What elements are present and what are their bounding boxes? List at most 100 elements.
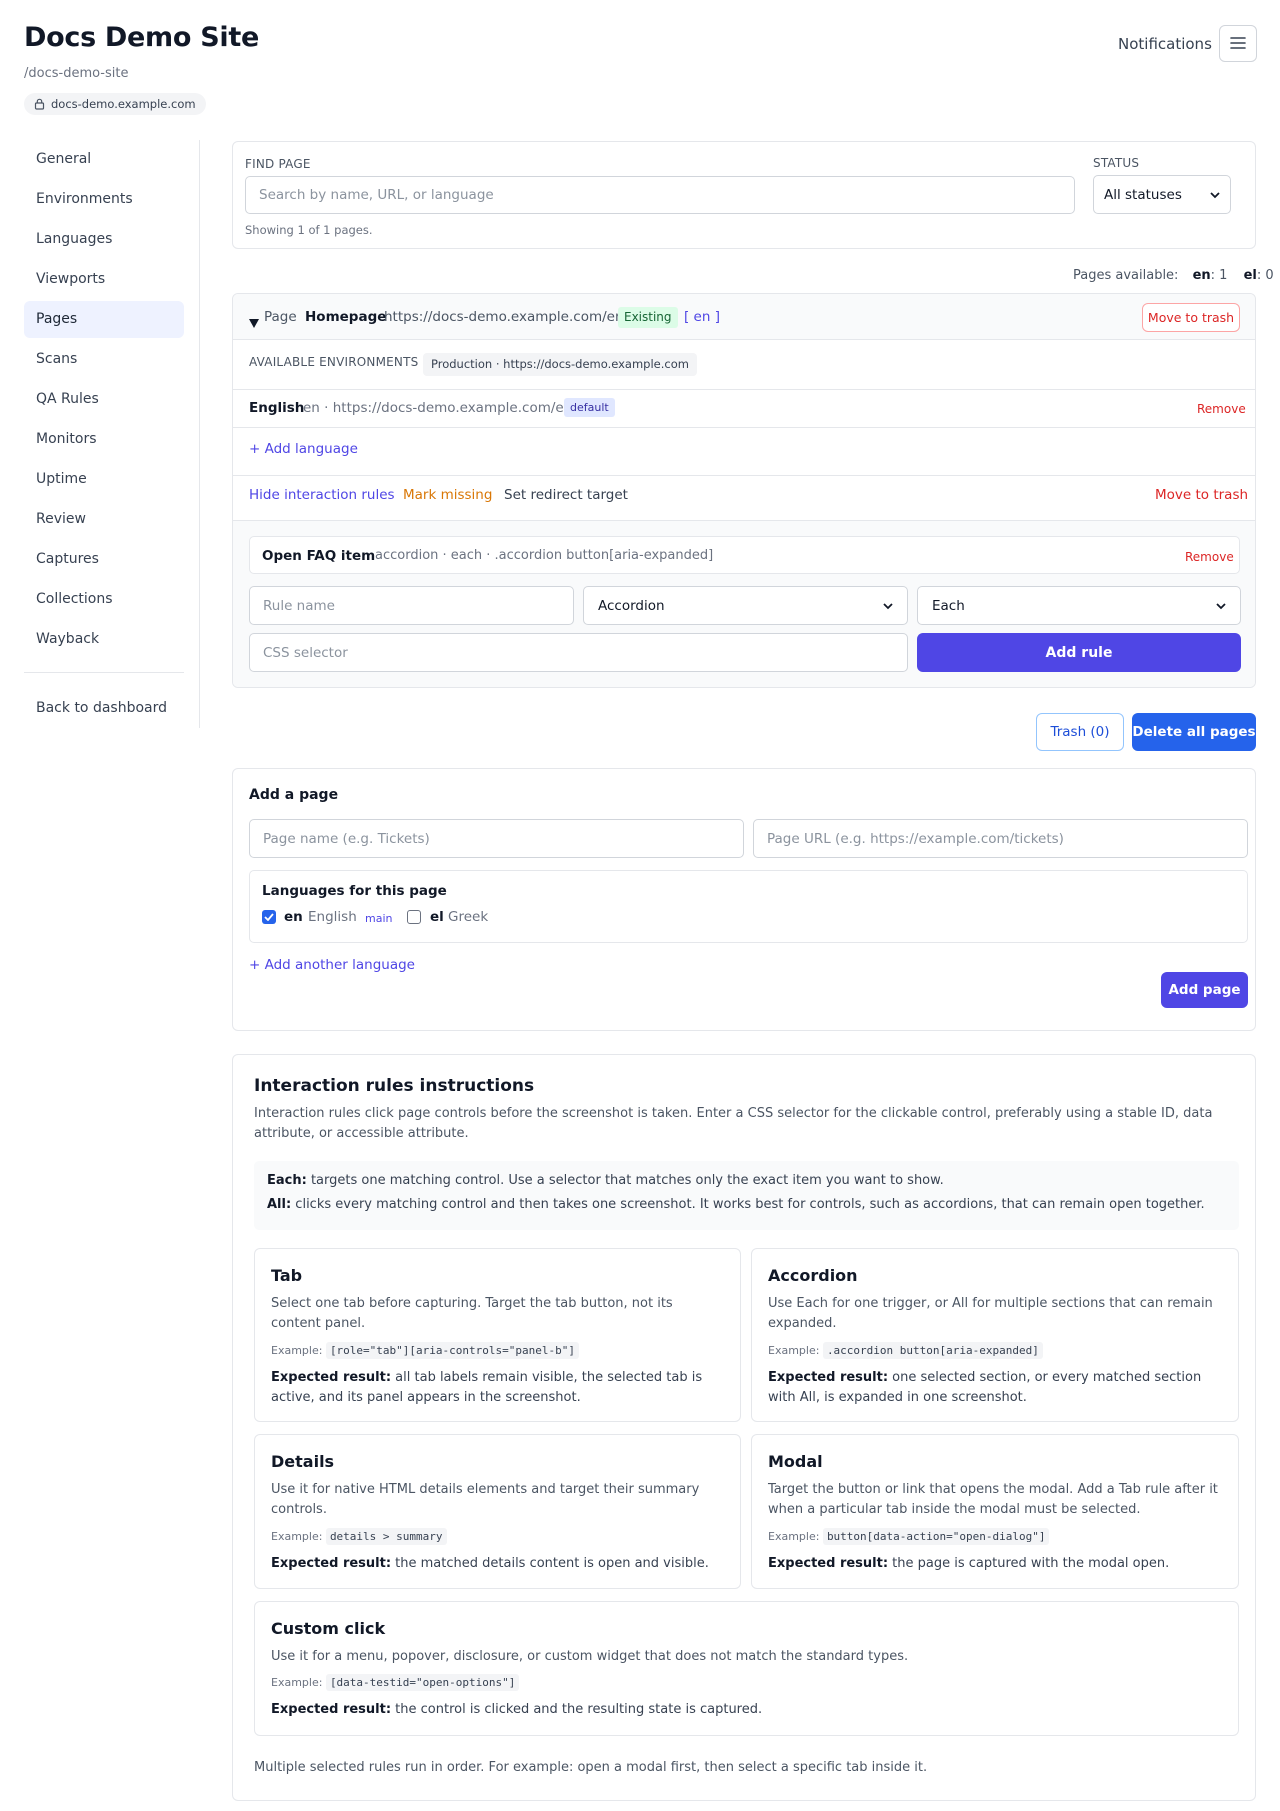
sidebar-item-general[interactable]: General xyxy=(24,141,184,178)
sidebar-item-languages[interactable]: Languages xyxy=(24,221,184,258)
example-code: [data-testid="open-options"] xyxy=(325,1674,520,1691)
rule-card-example: Example: [data-testid="open-options"] xyxy=(271,1674,520,1691)
hamburger-menu-icon xyxy=(1230,34,1246,53)
sidebar-divider xyxy=(24,672,184,673)
rule-mode-select[interactable]: Each xyxy=(917,586,1241,625)
rule-card-desc: Use it for native HTML details elements … xyxy=(271,1482,700,1517)
expected-text: the matched details content is open and … xyxy=(391,1556,709,1571)
mark-missing-link[interactable]: Mark missing xyxy=(403,487,492,503)
status-select[interactable]: All statuses xyxy=(1093,175,1231,214)
pages-available: Pages available: en: 1 el: 0 xyxy=(1073,268,1274,283)
pages-available-label: Pages available: xyxy=(1073,268,1179,283)
language-code-en: en xyxy=(284,909,303,925)
available-environments-label: AVAILABLE ENVIRONMENTS xyxy=(249,355,419,369)
rule-card-details: Details Use it for native HTML details e… xyxy=(254,1434,741,1589)
example-code: details > summary xyxy=(325,1528,447,1545)
hide-interaction-rules-link[interactable]: Hide interaction rules xyxy=(249,487,395,503)
move-to-trash-link[interactable]: Move to trash xyxy=(1155,487,1248,503)
trash-button[interactable]: Trash (0) xyxy=(1036,713,1124,751)
page-url[interactable]: https://docs-demo.example.com/en xyxy=(384,309,624,325)
instructions-title: Interaction rules instructions xyxy=(254,1076,535,1096)
checkbox-el[interactable] xyxy=(407,910,421,924)
sidebar-item-monitors[interactable]: Monitors xyxy=(24,421,184,458)
add-rule-button[interactable]: Add rule xyxy=(917,633,1241,672)
menu-button[interactable] xyxy=(1219,25,1257,62)
rule-card-expected: Expected result: one selected section, o… xyxy=(768,1368,1223,1408)
rule-card-modal: Modal Target the button or link that ope… xyxy=(751,1434,1239,1589)
rule-card-desc: Target the button or link that opens the… xyxy=(768,1482,1218,1517)
site-title: Docs Demo Site xyxy=(24,22,259,53)
rule-card-title: Tab xyxy=(271,1266,303,1285)
all-text: clicks every matching control and then t… xyxy=(291,1197,1205,1212)
rule-card-example: Example: details > summary xyxy=(271,1528,447,1545)
sidebar-item-pages[interactable]: Pages xyxy=(24,301,184,338)
default-badge: default xyxy=(564,398,615,417)
example-label: Example: xyxy=(271,1344,323,1357)
language-name-el: Greek xyxy=(448,909,489,925)
all-label: All: xyxy=(267,1197,292,1212)
add-another-language-link[interactable]: + Add another language xyxy=(249,957,415,973)
instructions-footer: Multiple selected rules run in order. Fo… xyxy=(254,1760,928,1775)
sidebar-item-viewports[interactable]: Viewports xyxy=(24,261,184,298)
back-to-dashboard-link[interactable]: Back to dashboard xyxy=(24,690,184,727)
site-slug: /docs-demo-site xyxy=(24,66,129,81)
sidebar-item-review[interactable]: Review xyxy=(24,501,184,538)
sidebar-item-environments[interactable]: Environments xyxy=(24,181,184,218)
sidebar-item-scans[interactable]: Scans xyxy=(24,341,184,378)
expected-label: Expected result: xyxy=(271,1556,392,1571)
sidebar-item-captures[interactable]: Captures xyxy=(24,541,184,578)
language-name-en: English xyxy=(308,909,357,925)
search-input[interactable] xyxy=(245,176,1075,214)
rule-card-desc: Use Each for one trigger, or All for mul… xyxy=(768,1296,1213,1331)
move-to-trash-button[interactable]: Move to trash xyxy=(1142,303,1240,332)
rule-card-custom-click: Custom click Use it for a menu, popover,… xyxy=(254,1601,1239,1736)
expected-text: the page is captured with the modal open… xyxy=(888,1556,1170,1571)
rule-type-select[interactable]: Accordion xyxy=(583,586,908,625)
showing-count: Showing 1 of 1 pages. xyxy=(245,223,373,237)
main-badge: main xyxy=(365,912,393,925)
rule-card-title: Modal xyxy=(768,1452,823,1471)
rule-name-input[interactable] xyxy=(249,586,574,625)
delete-all-pages-button[interactable]: Delete all pages xyxy=(1132,713,1256,751)
page-url-input[interactable] xyxy=(753,819,1248,858)
rule-card-expected: Expected result: the page is captured wi… xyxy=(768,1554,1223,1574)
rule-mode-value: Each xyxy=(932,597,965,614)
add-language-link[interactable]: + Add language xyxy=(249,441,358,457)
filter-card: FIND PAGE STATUS All statuses Showing 1 … xyxy=(232,141,1256,249)
sidebar-item-qa-rules[interactable]: QA Rules xyxy=(24,381,184,418)
chevron-down-icon xyxy=(1216,598,1226,614)
sidebar-item-uptime[interactable]: Uptime xyxy=(24,461,184,498)
mode-explainer xyxy=(254,1161,1239,1230)
divider xyxy=(233,475,1255,476)
example-code: [role="tab"][aria-controls="panel-b"] xyxy=(325,1342,579,1359)
page-name-input[interactable] xyxy=(249,819,744,858)
rule-card-title: Details xyxy=(271,1452,335,1471)
add-page-button[interactable]: Add page xyxy=(1161,972,1248,1008)
triangle-down-icon[interactable] xyxy=(249,313,259,332)
divider xyxy=(233,389,1255,390)
remove-rule-link[interactable]: Remove xyxy=(1185,550,1234,564)
set-redirect-target-link[interactable]: Set redirect target xyxy=(504,487,628,503)
css-selector-input[interactable] xyxy=(249,633,908,672)
expected-label: Expected result: xyxy=(271,1702,392,1717)
divider xyxy=(233,427,1255,428)
rule-card-accordion: Accordion Use Each for one trigger, or A… xyxy=(751,1248,1239,1422)
rule-card-desc: Select one tab before capturing. Target … xyxy=(271,1296,673,1331)
notifications-link[interactable]: Notifications xyxy=(1118,35,1212,53)
sidebar-border xyxy=(199,140,200,728)
sidebar-item-collections[interactable]: Collections xyxy=(24,581,184,618)
languages-title: Languages for this page xyxy=(262,883,447,899)
domain-text: docs-demo.example.com xyxy=(51,97,196,111)
sidebar-item-wayback[interactable]: Wayback xyxy=(24,621,184,658)
el-count: : 0 xyxy=(1256,268,1274,283)
example-label: Example: xyxy=(768,1344,820,1357)
page-prefix: Page xyxy=(264,309,297,325)
rule-type-value: Accordion xyxy=(598,597,665,614)
page-lang-tag[interactable]: [ en ] xyxy=(684,309,720,325)
remove-language-link[interactable]: Remove xyxy=(1197,402,1246,416)
rule-name: Open FAQ item xyxy=(262,548,376,564)
page-card: Page Homepage https://docs-demo.example.… xyxy=(232,293,1256,688)
checkbox-en[interactable] xyxy=(262,910,276,924)
en-count: : 1 xyxy=(1210,268,1228,283)
rule-card-example: Example: [role="tab"][aria-controls="pan… xyxy=(271,1342,579,1359)
